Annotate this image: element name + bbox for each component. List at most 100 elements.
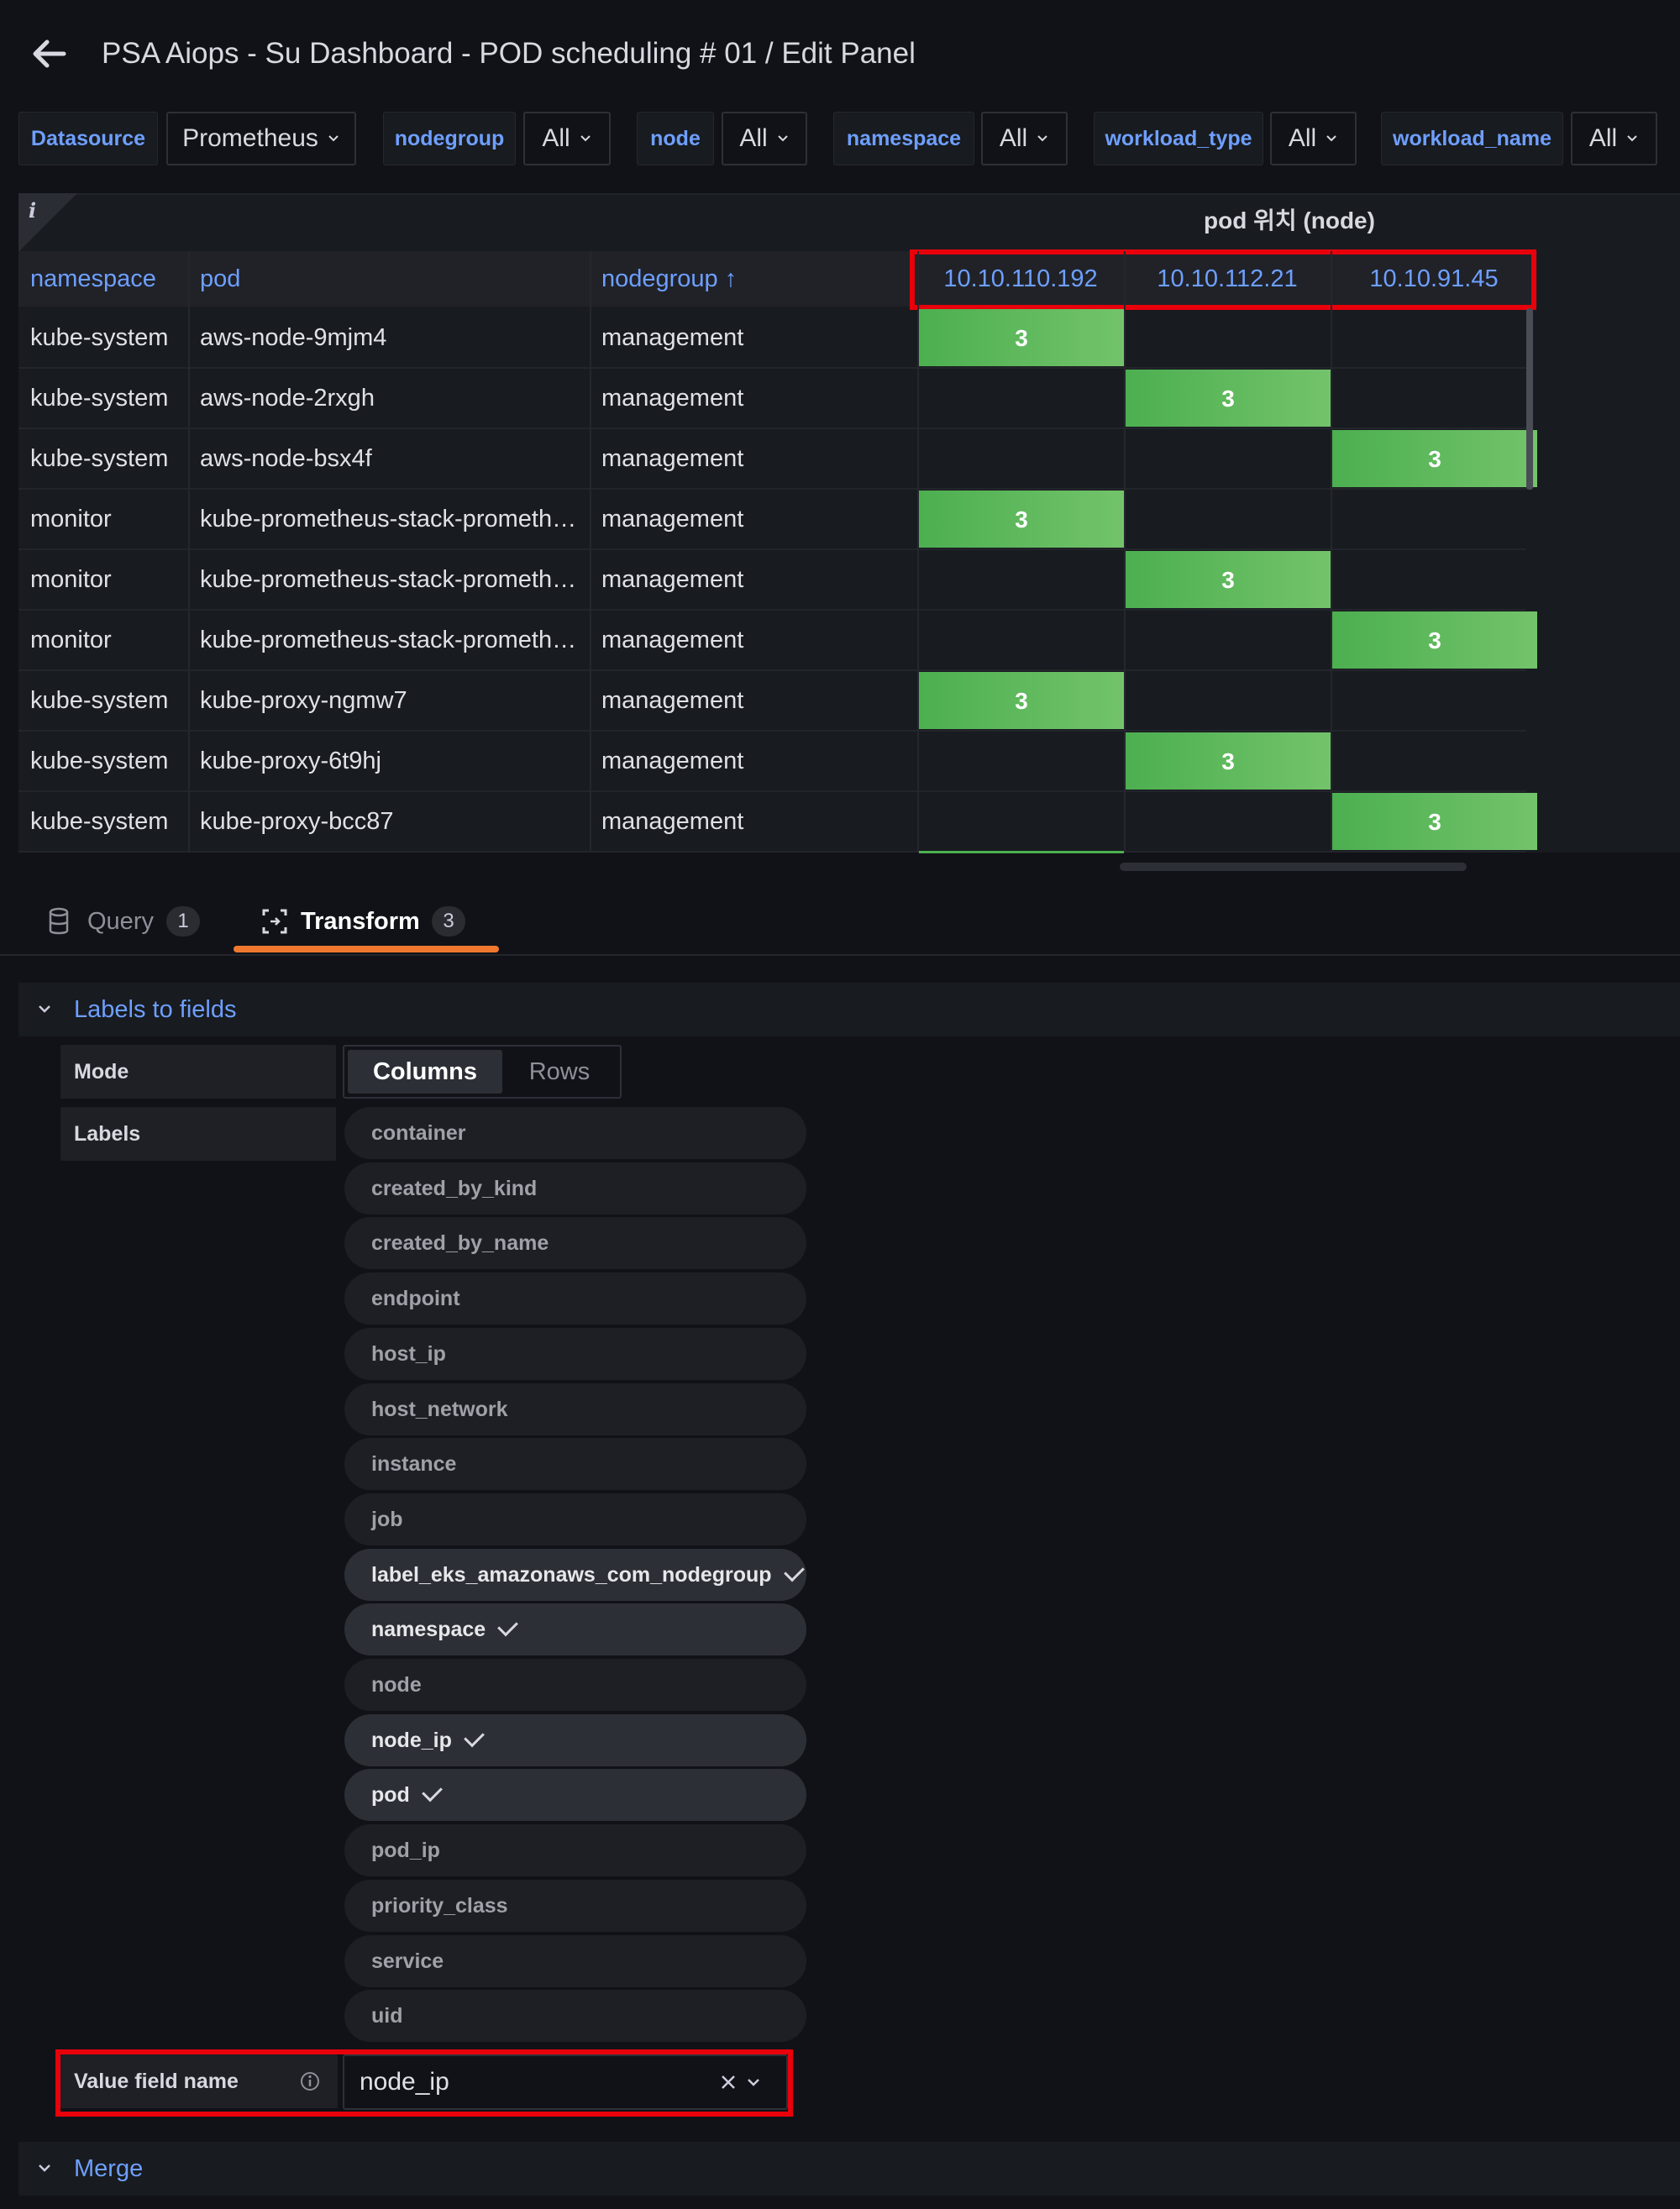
row-divider <box>18 851 1526 853</box>
label-option-text: pod_ip <box>371 1839 440 1862</box>
cell-pod: kube-prometheus-stack-prometh… <box>200 566 577 593</box>
cell-namespace: monitor <box>30 506 112 533</box>
cell-node-count: 3 <box>1126 732 1331 790</box>
label-option[interactable]: service <box>344 1935 806 1987</box>
datasource-select[interactable]: Prometheus <box>166 112 356 165</box>
label-option[interactable]: instance <box>344 1438 806 1490</box>
cell-pod: aws-node-2rxgh <box>200 385 375 412</box>
check-icon <box>463 1726 485 1748</box>
mode-label: Mode <box>60 1045 336 1099</box>
table-horizontal-scrollbar[interactable] <box>1120 863 1467 871</box>
label-option-text: created_by_name <box>371 1231 549 1255</box>
label-option-text: pod <box>371 1783 410 1807</box>
workload-type-select-value: All <box>1288 124 1317 152</box>
cell-namespace: kube-system <box>30 808 169 835</box>
cell-nodegroup: management <box>601 808 744 835</box>
workload-type-select[interactable]: All <box>1270 112 1357 165</box>
chevron-down-icon <box>1627 135 1637 142</box>
cell-nodegroup: management <box>601 324 744 351</box>
info-icon[interactable]: i <box>29 198 36 223</box>
label-option[interactable]: uid <box>344 1990 806 2042</box>
namespace-select[interactable]: All <box>981 112 1068 165</box>
tab-query[interactable] <box>47 907 71 940</box>
tab-bar-divider <box>0 954 1680 956</box>
panel-info-corner[interactable] <box>18 193 77 252</box>
label-option[interactable]: endpoint <box>344 1272 806 1325</box>
column-header-namespace[interactable]: namespace <box>18 251 188 307</box>
label-option[interactable]: created_by_name <box>344 1217 806 1269</box>
active-tab-indicator <box>234 946 499 952</box>
tab-transform-label[interactable]: Transform <box>301 905 420 938</box>
back-arrow-icon[interactable] <box>30 35 67 72</box>
cell-node-count: 3 <box>1126 370 1331 427</box>
cell-nodegroup: management <box>601 748 744 774</box>
chevron-down-icon <box>777 135 788 142</box>
table-vertical-scrollbar[interactable] <box>1526 308 1533 490</box>
label-option-text: priority_class <box>371 1894 508 1918</box>
column-header-pod[interactable]: pod <box>188 251 590 307</box>
label-option[interactable]: label_eks_amazonaws_com_nodegroup <box>344 1549 806 1601</box>
column-header-nodegroup-label: nodegroup <box>601 265 718 292</box>
tab-query-label[interactable]: Query <box>87 905 154 938</box>
cell-node-count: 3 <box>1332 793 1537 850</box>
column-header-nodegroup[interactable]: nodegroup ↑ <box>590 251 917 307</box>
label-option-text: host_network <box>371 1398 508 1421</box>
labels-to-fields-header[interactable] <box>18 983 1680 1036</box>
label-option[interactable]: host_network <box>344 1383 806 1435</box>
cell-node-count: 3 <box>919 309 1124 366</box>
chevron-down-icon[interactable] <box>37 1003 52 1015</box>
variable-label-nodegroup: nodegroup <box>383 112 516 165</box>
cell-pod: kube-prometheus-stack-prometh… <box>200 506 577 533</box>
cell-node-count: 3 <box>1126 551 1331 608</box>
column-divider <box>590 251 591 853</box>
cell-pod: aws-node-bsx4f <box>200 445 372 472</box>
label-option[interactable]: priority_class <box>344 1880 806 1932</box>
cell-node-count: 3 <box>1332 430 1537 487</box>
cell-pod: kube-proxy-6t9hj <box>200 748 381 774</box>
node-select[interactable]: All <box>722 112 807 165</box>
cell-namespace: kube-system <box>30 748 169 774</box>
label-option[interactable]: node_ip <box>344 1714 806 1766</box>
workload-name-select[interactable]: All <box>1571 112 1657 165</box>
mode-option-columns[interactable]: Columns <box>348 1050 502 1094</box>
cell-namespace: kube-system <box>30 445 169 472</box>
labels-to-fields-title[interactable]: Labels to fields <box>74 983 236 1036</box>
datasource-select-value: Prometheus <box>182 124 318 152</box>
cell-namespace: monitor <box>30 627 112 653</box>
chevron-down-icon <box>1037 135 1047 142</box>
label-option[interactable]: job <box>344 1493 806 1545</box>
label-option[interactable]: pod <box>344 1769 806 1821</box>
column-divider <box>188 251 190 853</box>
label-option[interactable]: node <box>344 1659 806 1711</box>
merge-title[interactable]: Merge <box>74 2142 143 2196</box>
variable-label-workload-type: workload_type <box>1094 112 1263 165</box>
namespace-select-value: All <box>999 124 1028 152</box>
nodegroup-select[interactable]: All <box>523 112 611 165</box>
cell-pod: kube-prometheus-stack-prometh… <box>200 627 577 653</box>
cell-namespace: kube-system <box>30 687 169 714</box>
variable-label-node: node <box>637 112 714 165</box>
label-option[interactable]: namespace <box>344 1603 806 1655</box>
label-option-text: endpoint <box>371 1287 460 1310</box>
label-option-text: instance <box>371 1452 457 1476</box>
cell-nodegroup: management <box>601 385 744 412</box>
merge-header[interactable] <box>18 2142 1680 2196</box>
cell-namespace: kube-system <box>30 324 169 351</box>
cell-namespace: kube-system <box>30 385 169 412</box>
cell-pod: aws-node-9mjm4 <box>200 324 387 351</box>
page-title: PSA Aiops - Su Dashboard - POD schedulin… <box>102 37 916 70</box>
label-option[interactable]: host_ip <box>344 1328 806 1380</box>
nodegroup-select-value: All <box>542 124 570 152</box>
tab-transform[interactable] <box>260 907 289 940</box>
mode-option-rows[interactable]: Rows <box>504 1050 615 1094</box>
variable-label-workload-name: workload_name <box>1381 112 1563 165</box>
label-option[interactable]: pod_ip <box>344 1824 806 1876</box>
column-divider <box>1331 251 1332 853</box>
label-option-text: container <box>371 1121 466 1145</box>
label-option[interactable]: created_by_kind <box>344 1162 806 1215</box>
label-option-text: node <box>371 1673 422 1697</box>
chevron-down-icon[interactable] <box>37 2162 52 2174</box>
column-divider <box>1124 251 1126 853</box>
check-icon <box>497 1615 519 1637</box>
label-option[interactable]: container <box>344 1107 806 1159</box>
